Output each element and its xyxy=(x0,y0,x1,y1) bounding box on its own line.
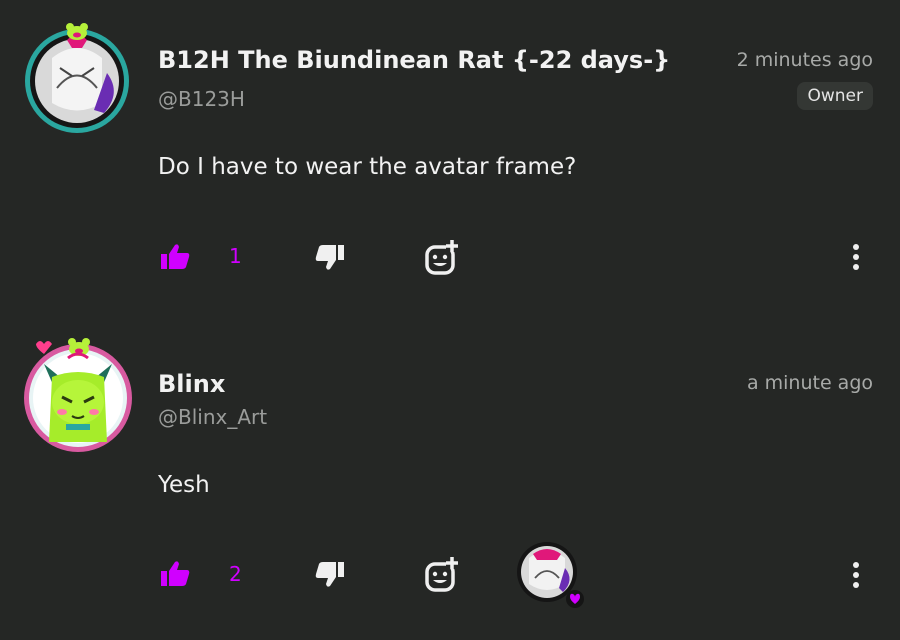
like-button[interactable] xyxy=(160,560,190,592)
owner-badge: Owner xyxy=(797,82,873,110)
avatar[interactable] xyxy=(22,18,132,133)
dislike-button[interactable] xyxy=(315,560,345,592)
comment-item: B12H The Biundinean Rat {-22 days-} @B12… xyxy=(0,0,900,320)
comment-text: Yesh xyxy=(158,472,210,498)
comment-timestamp: 2 minutes ago xyxy=(736,49,873,71)
like-button[interactable] xyxy=(160,243,190,275)
more-options-button[interactable] xyxy=(851,562,861,592)
avatar[interactable] xyxy=(22,332,132,452)
thumbs-up-icon xyxy=(161,244,190,269)
thumbs-down-icon xyxy=(315,562,344,587)
comment-author[interactable]: Blinx xyxy=(158,370,225,398)
dislike-button[interactable] xyxy=(315,243,345,275)
like-count: 2 xyxy=(229,562,242,586)
add-reaction-icon xyxy=(425,240,458,275)
add-reaction-button[interactable] xyxy=(424,238,462,280)
like-count: 1 xyxy=(229,244,242,268)
thumbs-down-icon xyxy=(315,245,344,270)
add-reaction-icon xyxy=(425,557,458,592)
creator-heart-icon xyxy=(517,542,584,608)
comment-handle[interactable]: @B123H xyxy=(158,87,245,111)
creator-heart[interactable] xyxy=(515,540,585,614)
comment-handle[interactable]: @Blinx_Art xyxy=(158,405,267,429)
add-reaction-button[interactable] xyxy=(424,555,462,597)
comment-author[interactable]: B12H The Biundinean Rat {-22 days-} xyxy=(158,46,670,74)
comment-item: Blinx @Blinx_Art a minute ago Yesh 2 xyxy=(0,320,900,640)
comment-text: Do I have to wear the avatar frame? xyxy=(158,154,577,180)
thumbs-up-icon xyxy=(161,561,190,586)
comment-timestamp: a minute ago xyxy=(746,372,873,394)
more-options-button[interactable] xyxy=(851,244,861,274)
